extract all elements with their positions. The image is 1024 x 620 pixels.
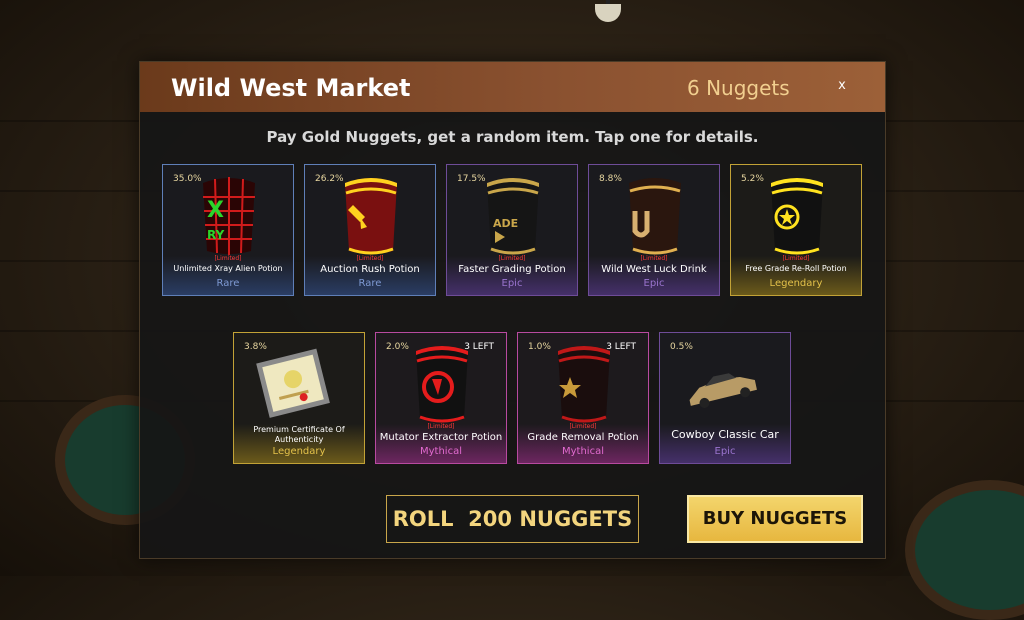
limited-tag: [Limited] <box>569 423 597 430</box>
drop-chance: 5.2% <box>741 174 764 184</box>
drop-chance: 8.8% <box>599 174 622 184</box>
drop-chance: 17.5% <box>457 174 486 184</box>
item-name: Premium Certificate Of Authenticity <box>253 425 345 444</box>
item-name: Faster Grading Potion <box>458 264 566 275</box>
item-rarity: Epic <box>643 278 665 289</box>
drop-chance: 0.5% <box>670 342 693 352</box>
item-name: Auction Rush Potion <box>320 264 420 275</box>
market-instructions: Pay Gold Nuggets, get a random item. Tap… <box>266 128 759 146</box>
poker-table-right <box>905 480 1024 620</box>
item-rarity: Legendary <box>272 446 326 457</box>
limited-tag: [Limited] <box>782 255 810 262</box>
item-name: Grade Removal Potion <box>527 432 639 443</box>
item-card-luck-drink[interactable]: 8.8% [Limited] Wild West Luck Drink Epic <box>588 164 720 296</box>
market-dialog: Wild West Market 6 Nuggets x Pay Gold Nu… <box>139 61 886 559</box>
limited-tag: [Limited] <box>427 423 455 430</box>
item-card-grading-potion[interactable]: ADE 17.5% [Limited] Faster Grading Potio… <box>446 164 578 296</box>
nuggets-balance: 6 Nuggets <box>687 76 790 100</box>
item-name: Free Grade Re-Roll Potion <box>745 264 847 273</box>
stock-left: 3 LEFT <box>606 342 636 352</box>
svg-text:RY: RY <box>207 228 225 242</box>
limited-tag: [Limited] <box>498 255 526 262</box>
limited-tag: [Limited] <box>356 255 384 262</box>
limited-tag: [Limited] <box>214 255 242 262</box>
item-rarity: Epic <box>501 278 523 289</box>
item-card-grade-removal-potion[interactable]: 1.0% 3 LEFT [Limited] Grade Removal Poti… <box>517 332 649 464</box>
item-name: Unlimited Xray Alien Potion <box>173 264 283 273</box>
market-title: Wild West Market <box>171 74 411 102</box>
item-rarity: Mythical <box>562 446 604 457</box>
svg-text:X: X <box>207 198 224 223</box>
buy-nuggets-button[interactable]: BUY NUGGETS <box>687 495 863 543</box>
item-rarity: Rare <box>216 278 240 289</box>
item-rarity: Rare <box>358 278 382 289</box>
limited-tag: [Limited] <box>640 255 668 262</box>
market-header: Wild West Market 6 Nuggets x <box>140 62 885 112</box>
item-card-certificate[interactable]: 3.8% Premium Certificate Of Authenticity… <box>233 332 365 464</box>
item-name: Mutator Extractor Potion <box>379 432 503 443</box>
drop-chance: 2.0% <box>386 342 409 352</box>
item-card-classic-car[interactable]: 0.5% Cowboy Classic Car Epic <box>659 332 791 464</box>
item-card-auction-potion[interactable]: 26.2% [Limited] Auction Rush Potion Rare <box>304 164 436 296</box>
drop-chance: 1.0% <box>528 342 551 352</box>
svg-text:ADE: ADE <box>493 217 518 230</box>
close-button[interactable]: x <box>834 78 850 94</box>
item-card-mutator-potion[interactable]: 2.0% 3 LEFT [Limited] Mutator Extractor … <box>375 332 507 464</box>
drop-chance: 35.0% <box>173 174 202 184</box>
drop-chance: 26.2% <box>315 174 344 184</box>
ceiling-lamp <box>595 4 621 22</box>
item-card-reroll-potion[interactable]: 5.2% [Limited] Free Grade Re-Roll Potion… <box>730 164 862 296</box>
stock-left: 3 LEFT <box>464 342 494 352</box>
roll-button[interactable]: ROLL 200 NUGGETS <box>386 495 639 543</box>
item-name: Cowboy Classic Car <box>671 428 779 441</box>
item-rarity: Epic <box>714 446 736 457</box>
item-card-xray-potion[interactable]: X RY 35.0% [Limited] Unlimited Xray Alie… <box>162 164 294 296</box>
drop-chance: 3.8% <box>244 342 267 352</box>
item-name: Wild West Luck Drink <box>601 264 707 275</box>
item-rarity: Legendary <box>769 278 823 289</box>
item-rarity: Mythical <box>420 446 462 457</box>
